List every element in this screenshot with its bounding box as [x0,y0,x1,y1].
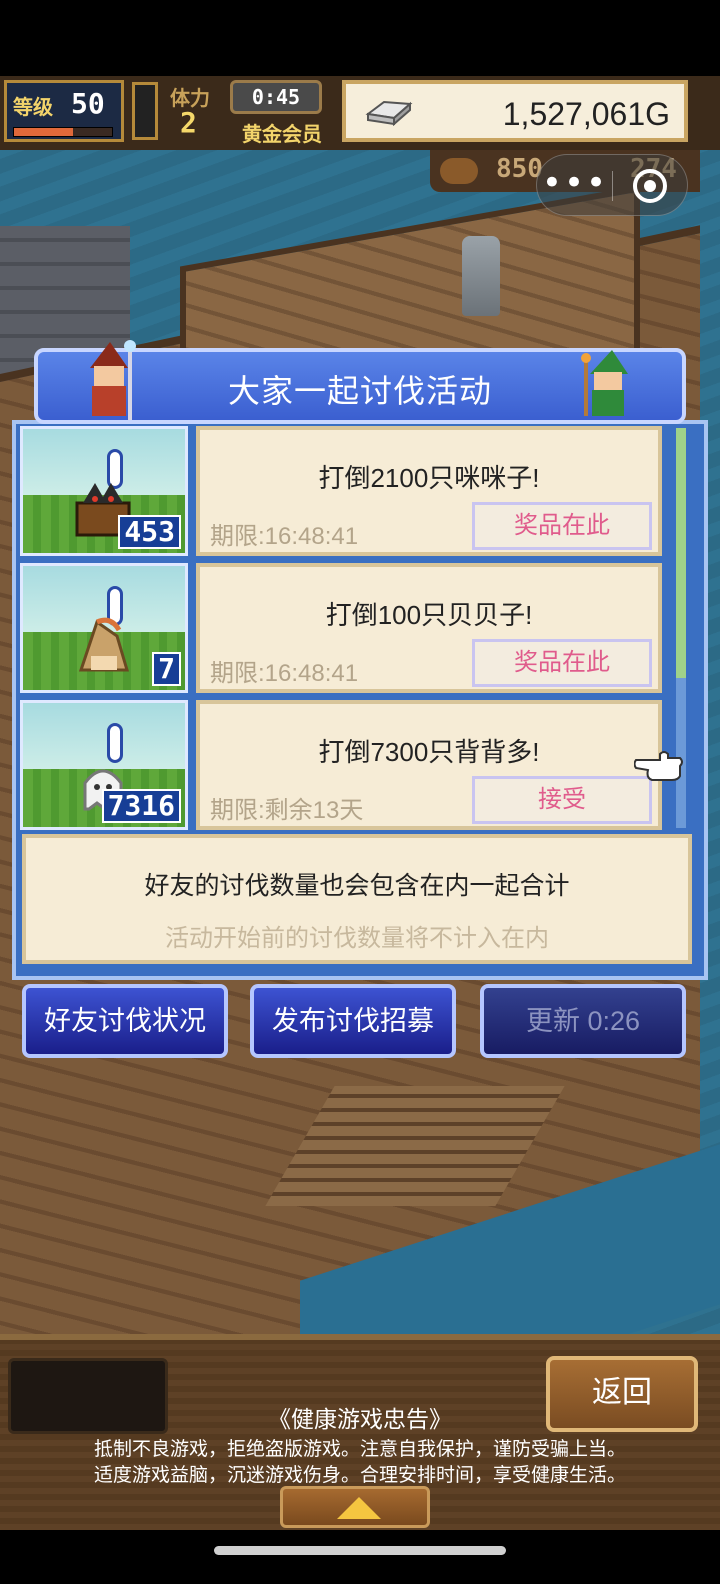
friends-status-button[interactable]: 好友讨伐状况 [22,984,228,1058]
quest-thumbnail: 453 [20,426,188,556]
claim-reward-button[interactable]: 奖品在此 [472,502,652,550]
stamina-value: 2 [180,106,197,139]
status-strip [0,0,720,76]
shell-monster-icon [78,617,130,672]
footer-bar: 返回 《健康游戏忠告》 抵制不良游戏，拒绝盗版游戏。注意自我保护，谨防受骗上当。… [0,1334,720,1530]
defeat-count: 453 [118,515,181,549]
quest-card: 打倒100只贝贝子! 期限:16:48:41 奖品在此 [196,563,662,693]
quest-thumbnail: 7 [20,563,188,693]
quest-row[interactable]: 7 打倒100只贝贝子! 期限:16:48:41 奖品在此 [20,563,668,693]
quest-deadline: 期限:16:48:41 [210,660,359,687]
quest-card: 打倒2100只咪咪子! 期限:16:48:41 奖品在此 [196,426,662,556]
defeat-count: 7316 [101,789,181,823]
up-arrow-icon [337,1497,381,1519]
pointing-hand-icon [634,751,683,781]
quest-row[interactable]: 453 打倒2100只咪咪子! 期限:16:48:41 奖品在此 [20,426,668,556]
health-advisory-line: 抵制不良游戏，拒绝盗版游戏。注意自我保护，谨防受骗上当。 [93,1439,626,1460]
capsule-divider [612,171,613,201]
scrollbar-thumb[interactable] [676,428,686,678]
system-navbar [0,1530,720,1584]
more-dots-icon[interactable]: ••• [537,155,613,217]
lamp-post [462,236,500,316]
post-recruit-button[interactable]: 发布讨伐招募 [250,984,456,1058]
silver-bar-icon [365,100,413,126]
mage-character-icon [581,350,628,416]
health-advisory-title: 《健康游戏忠告》 [268,1406,452,1432]
quest-deadline: 期限:剩余13天 [210,797,364,824]
quest-deadline: 期限:16:48:41 [210,523,359,550]
event-notice: 好友的讨伐数量也会包含在内一起合计 活动开始前的讨伐数量将不计入在内 [22,834,692,964]
gold-display[interactable]: 1,527,061G [342,80,688,142]
expand-menu-button[interactable] [280,1486,430,1528]
vertical-gauge [132,82,158,140]
level-label: 等级 [13,95,53,119]
notice-main-text: 好友的讨伐数量也会包含在内一起合计 [144,872,570,900]
stamina-display[interactable]: 体力 2 [168,80,230,142]
health-advisory-line: 适度游戏益脑，沉迷游戏伤身。合理安排时间，享受健康生活。 [93,1465,626,1486]
quest-card: 打倒7300只背背多! 期限:剩余13天 接受 [196,700,662,830]
quest-name: 打倒7300只背背多! [318,737,540,767]
stamina-timer: 0:45 [230,80,322,114]
miniprogram-capsule: ••• [536,154,688,216]
home-indicator[interactable] [214,1546,506,1555]
gold-value: 1,527,061G [502,96,670,132]
claim-reward-button[interactable]: 奖品在此 [472,639,652,687]
quest-name: 打倒100只贝贝子! [325,600,533,630]
notice-sub-text: 活动开始前的讨伐数量将不计入在内 [165,925,549,952]
level-progress-fill [14,128,73,136]
level-value: 50 [71,87,105,120]
meat-icon [440,158,478,184]
target-close-icon[interactable] [633,169,667,203]
accept-button[interactable]: 接受 [472,776,652,824]
quest-name: 打倒2100只咪咪子! [318,463,540,493]
witch-character-icon [90,340,136,420]
level-progress-bar [13,127,113,137]
quest-row[interactable]: 7316 打倒7300只背背多! 期限:剩余13天 接受 [20,700,668,830]
membership-badge[interactable]: 黄金会员 [234,118,330,146]
timer-text: 0:45 [251,85,301,109]
refresh-button[interactable]: 更新 0:26 [480,984,686,1058]
defeat-count: 7 [152,652,181,686]
quest-thumbnail: 7316 [20,700,188,830]
level-display[interactable]: 等级 50 [4,80,124,142]
